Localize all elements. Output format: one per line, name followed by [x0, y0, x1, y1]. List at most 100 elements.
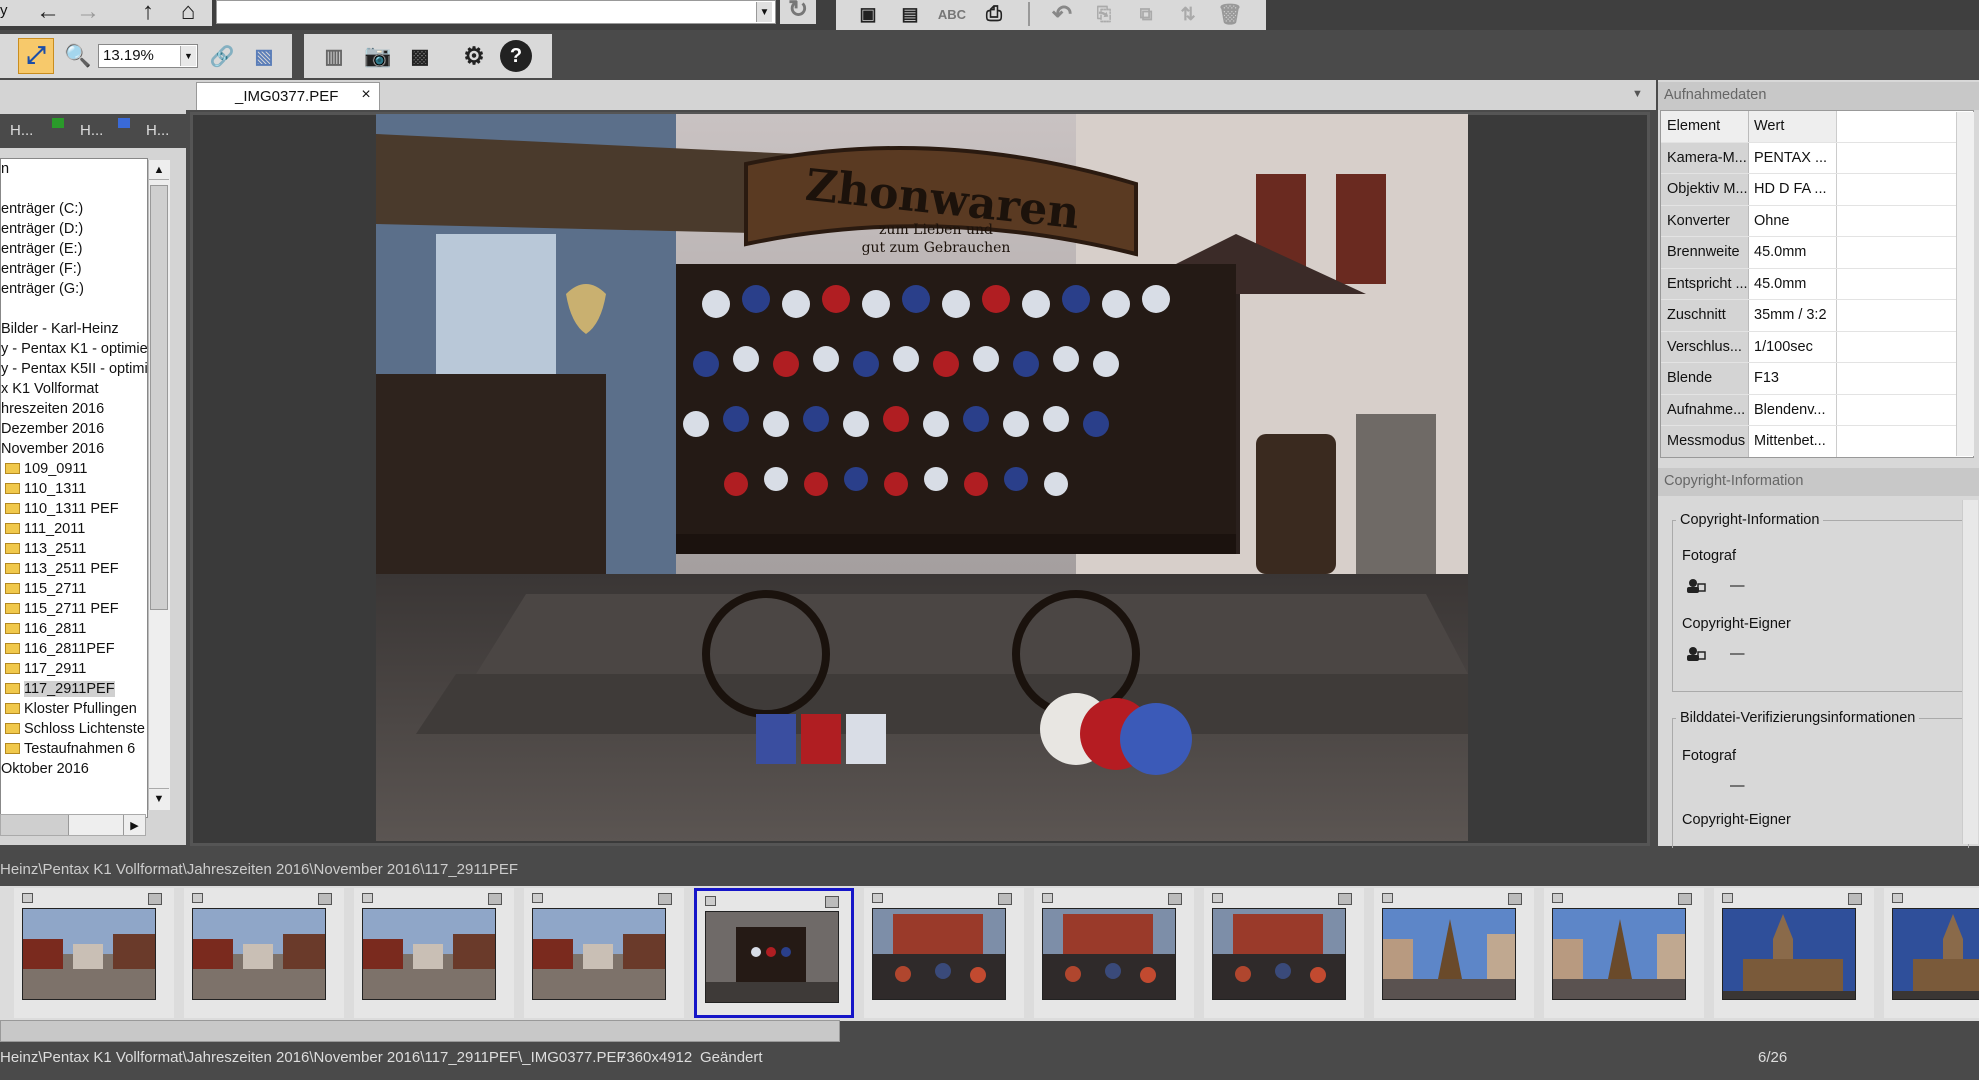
undo-icon[interactable]: ↶ — [1044, 0, 1080, 32]
tree-item[interactable]: y - Pentax K1 - optimier — [1, 339, 147, 359]
folder-tree-item[interactable]: Schloss Lichtenste — [1, 719, 147, 739]
filmstrip-thumbnail[interactable] — [354, 888, 514, 1018]
settings-gear-icon[interactable]: ⚙ — [456, 38, 492, 74]
tab-img0377[interactable]: _IMG0377.PEF — [196, 82, 380, 110]
filmstrip-thumbnail[interactable] — [1544, 888, 1704, 1018]
folder-tree-item[interactable]: 117_2911PEF — [1, 679, 147, 699]
meta-value-cell: 45.0mm — [1749, 237, 1837, 268]
link-icon[interactable]: 🔗 — [204, 38, 240, 74]
slideshow-icon[interactable]: ▧ — [246, 38, 282, 74]
tab-h2[interactable]: H... — [80, 122, 103, 139]
image-overlay-icon[interactable]: ▤ — [892, 0, 928, 32]
scroll-right-icon[interactable]: ▶ — [123, 815, 145, 835]
refresh-icon[interactable]: ↻ — [780, 0, 816, 24]
folder-icon — [5, 703, 20, 714]
table-row[interactable]: Kamera-M... PENTAX ... — [1661, 142, 1973, 174]
table-row[interactable]: Konverter Ohne — [1661, 205, 1973, 237]
folder-tree-item[interactable]: Kloster Pfullingen — [1, 699, 147, 719]
table-row[interactable]: Blende F13 — [1661, 363, 1973, 395]
zoom-dropdown-icon[interactable]: ▼ — [180, 46, 196, 66]
trash-icon[interactable]: 🗑 — [1212, 0, 1248, 32]
zoom-magnifier-icon[interactable]: 🔍 — [60, 38, 96, 74]
compare-icon[interactable]: ▥ — [316, 38, 352, 74]
home-icon[interactable]: ⌂ — [170, 0, 206, 30]
filmstrip-thumbnail[interactable] — [1374, 888, 1534, 1018]
folder-tree-item[interactable]: 115_2711 — [1, 579, 147, 599]
image-abc-icon[interactable]: ▣ — [850, 0, 886, 32]
meta-scrollbar[interactable] — [1956, 112, 1974, 456]
info-panel-scrollbar[interactable] — [1962, 500, 1978, 844]
tree-item[interactable]: x K1 Vollformat — [1, 379, 147, 399]
forward-arrow-icon[interactable]: → — [70, 0, 106, 30]
scroll-up-icon[interactable]: ▲ — [149, 160, 169, 180]
tree-item[interactable]: enträger (F:) — [1, 259, 147, 279]
table-row[interactable]: Zuschnitt 35mm / 3:2 — [1661, 300, 1973, 332]
tree-item[interactable]: enträger (D:) — [1, 219, 147, 239]
tree-hscroll-thumb[interactable] — [1, 815, 69, 835]
table-row[interactable]: Brennweite 45.0mm — [1661, 237, 1973, 269]
folder-tree-item[interactable]: 115_2711 PEF — [1, 599, 147, 619]
table-row[interactable]: Verschlus... 1/100sec — [1661, 331, 1973, 363]
filmstrip-thumbnail[interactable] — [1884, 888, 1979, 1018]
folder-tree-item[interactable]: 113_2511 PEF — [1, 559, 147, 579]
tab-h3[interactable]: H... — [146, 122, 169, 139]
tree-item[interactable]: y - Pentax K5II - optimie — [1, 359, 147, 379]
folder-tree-item[interactable]: 113_2511 — [1, 539, 147, 559]
tree-item[interactable]: enträger (G:) — [1, 279, 147, 299]
column-header-element[interactable]: Element — [1661, 111, 1749, 142]
tree-horizontal-scrollbar[interactable]: ▶ — [0, 814, 146, 836]
column-header-value[interactable]: Wert — [1749, 111, 1837, 142]
folder-tree-item[interactable]: 116_2811PEF — [1, 639, 147, 659]
folder-tree-item[interactable]: 116_2811 — [1, 619, 147, 639]
tab-h1[interactable]: H... — [10, 122, 33, 139]
tree-scroll-thumb[interactable] — [150, 185, 168, 610]
filmstrip-thumbnail[interactable] — [694, 888, 854, 1018]
tab-list-dropdown-icon[interactable]: ▼ — [1632, 88, 1643, 100]
filmstrip-thumbnail[interactable] — [1034, 888, 1194, 1018]
tree-item[interactable] — [1, 299, 147, 319]
table-row[interactable]: Objektiv M... HD D FA ... — [1661, 174, 1973, 206]
filmstrip-thumbnail[interactable] — [14, 888, 174, 1018]
back-arrow-icon[interactable]: ← — [30, 0, 66, 30]
table-row[interactable]: Entspricht ... 45.0mm — [1661, 268, 1973, 300]
folder-tree-item[interactable]: Testaufnahmen 6 — [1, 739, 147, 759]
filmstrip-thumbnail[interactable] — [1204, 888, 1364, 1018]
close-tab-icon[interactable]: × — [356, 84, 376, 106]
tree-item[interactable]: n — [1, 159, 147, 179]
folder-tree-item[interactable]: 117_2911 — [1, 659, 147, 679]
tree-item[interactable]: enträger (E:) — [1, 239, 147, 259]
up-arrow-icon[interactable]: ↑ — [130, 0, 166, 30]
tree-item[interactable]: Dezember 2016 — [1, 419, 147, 439]
camera-download-icon[interactable]: 📷 — [360, 38, 396, 74]
shooting-data-table[interactable]: Element Wert Kamera-M... PENTAX ... Objekt… — [1660, 110, 1974, 458]
scroll-down-icon[interactable]: ▼ — [149, 788, 169, 808]
tree-item[interactable]: hreszeiten 2016 — [1, 399, 147, 419]
move-icon[interactable]: ⧉ — [1128, 0, 1164, 32]
sort-icon[interactable]: ⇅ — [1170, 0, 1206, 32]
folder-tree[interactable]: n enträger (C:) enträger (D:) enträger (E:)… — [0, 158, 148, 818]
tree-item[interactable]: Oktober 2016 — [1, 759, 147, 779]
copy-icon[interactable]: ⎘ — [1086, 0, 1122, 32]
rename-abc-icon[interactable]: ABC — [934, 0, 970, 32]
tree-item[interactable]: enträger (C:) — [1, 199, 147, 219]
folder-tree-item[interactable]: 111_2011 — [1, 519, 147, 539]
filmstrip-thumbnail[interactable] — [524, 888, 684, 1018]
address-input[interactable] — [216, 0, 776, 24]
folder-tree-item[interactable]: 110_1311 PEF — [1, 499, 147, 519]
address-dropdown-icon[interactable]: ▼ — [756, 2, 772, 22]
tree-item[interactable] — [1, 179, 147, 199]
table-row[interactable]: Aufnahme... Blendenv... — [1661, 394, 1973, 426]
help-icon[interactable]: ? — [500, 40, 532, 72]
batch-icon[interactable]: ▩ — [402, 38, 438, 74]
folder-tree-item[interactable]: 109_0911 — [1, 459, 147, 479]
tree-item[interactable]: Bilder - Karl-Heinz — [1, 319, 147, 339]
folder-tree-item[interactable]: 110_1311 — [1, 479, 147, 499]
filmstrip-thumbnail[interactable] — [864, 888, 1024, 1018]
print-icon[interactable]: ⎙ — [976, 0, 1012, 32]
filmstrip-thumbnail[interactable] — [1714, 888, 1874, 1018]
filmstrip-scrollbar[interactable] — [0, 1020, 840, 1042]
fit-to-window-icon[interactable]: ⤢ — [18, 38, 54, 74]
filmstrip-thumbnail[interactable] — [184, 888, 344, 1018]
tree-item[interactable]: November 2016 — [1, 439, 147, 459]
table-row[interactable]: Messmodus Mittenbet... — [1661, 426, 1973, 457]
